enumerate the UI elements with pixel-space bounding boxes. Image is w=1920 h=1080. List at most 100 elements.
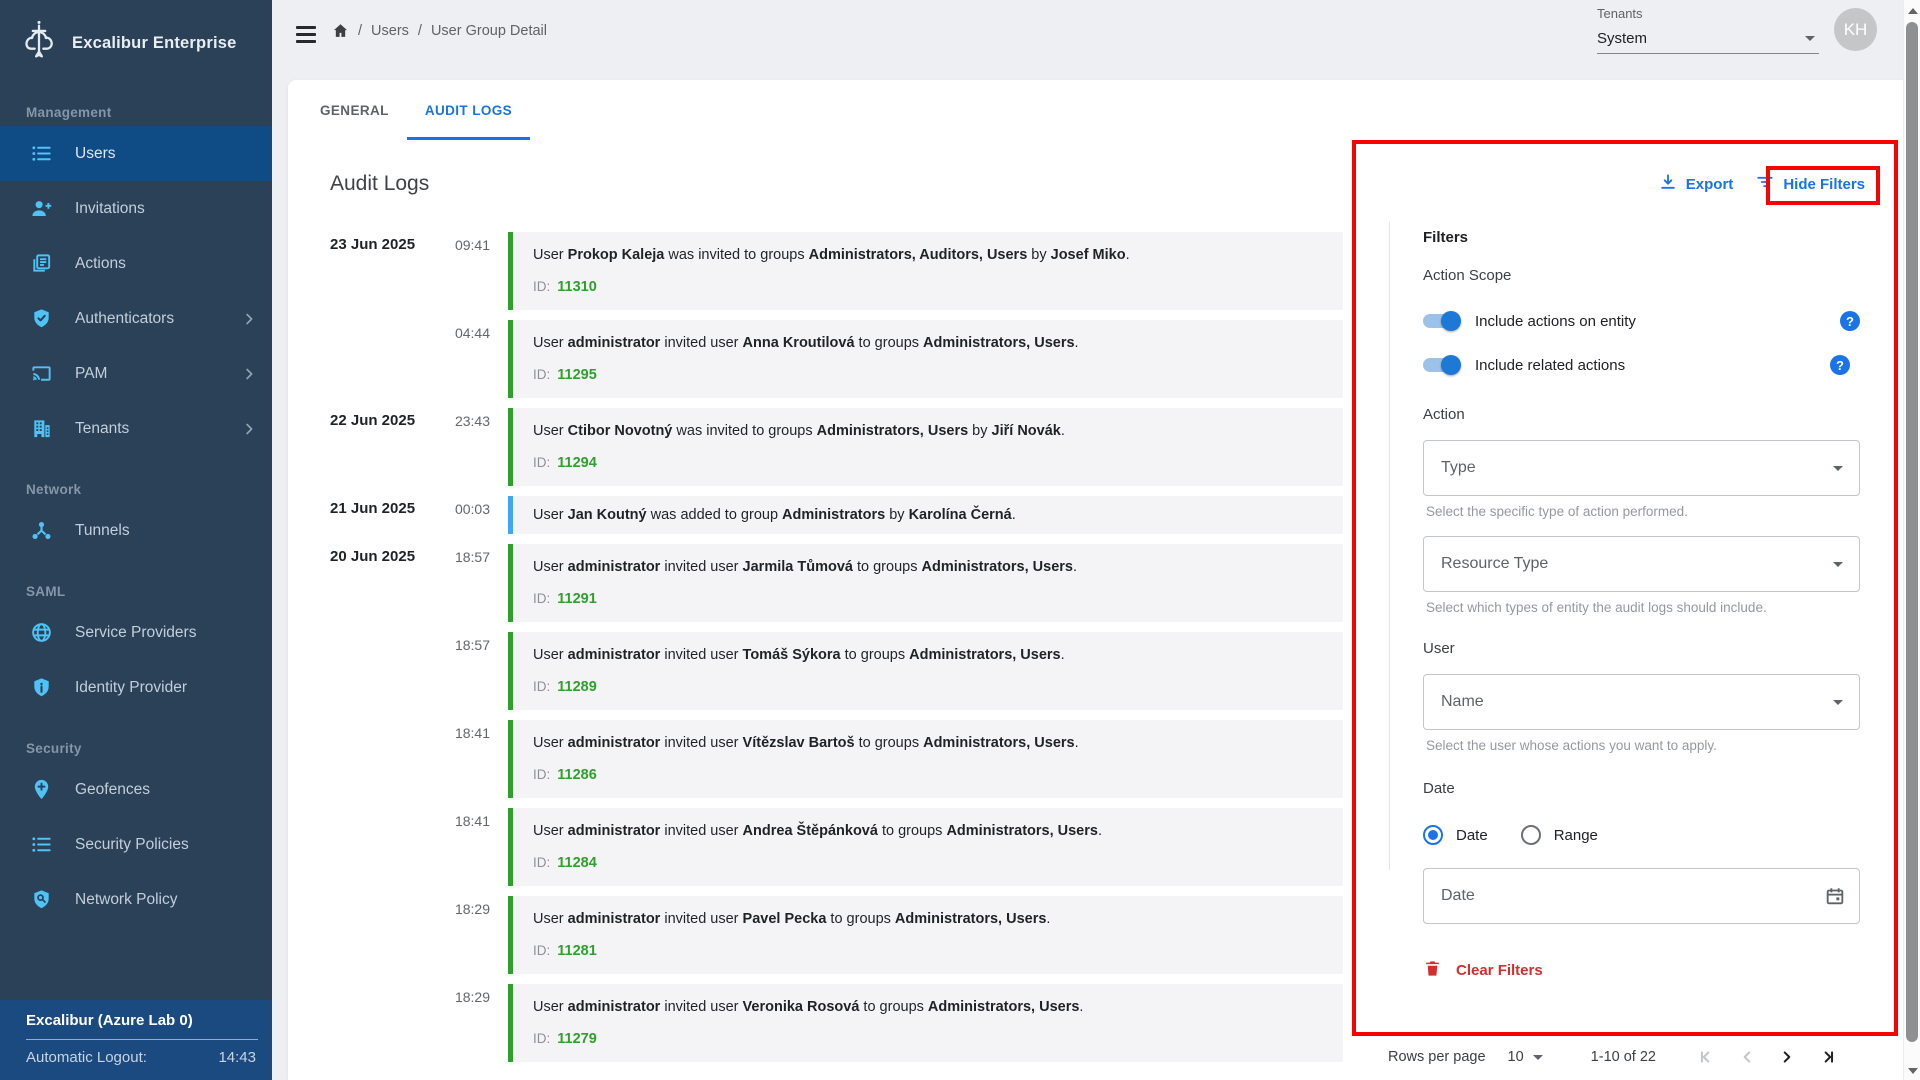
date-placeholder: Date [1441, 887, 1475, 905]
export-button[interactable]: Export [1658, 172, 1734, 196]
hub-icon [30, 519, 53, 542]
user-name-select[interactable]: Name [1423, 674, 1860, 730]
entry-id: ID:11279 [533, 1029, 1323, 1049]
audit-log-entry: 18:29User administrator invited user Ver… [330, 984, 1343, 1062]
vertical-scrollbar[interactable] [1903, 0, 1920, 1080]
hide-filters-label: Hide Filters [1783, 176, 1865, 193]
hide-filters-button[interactable]: Hide Filters [1755, 172, 1865, 196]
sidebar-item-service-providers[interactable]: Service Providers [0, 605, 272, 660]
main-card: GENERAL AUDIT LOGS Audit Logs Export Hid… [288, 80, 1903, 1080]
sidebar-item-authenticators[interactable]: Authenticators [0, 291, 272, 346]
entry-id: ID:11286 [533, 765, 1323, 785]
environment-name: Excalibur (Azure Lab 0) [26, 1012, 258, 1029]
action-type-select[interactable]: Type [1423, 440, 1860, 496]
scroll-down-arrow-icon[interactable] [1908, 1068, 1918, 1074]
audit-actions: Export Hide Filters [1658, 172, 1865, 196]
sidebar-item-label: Security Policies [75, 836, 189, 854]
tab-general[interactable]: GENERAL [302, 80, 407, 140]
entry-message-box: User administrator invited user Jarmila … [508, 544, 1343, 622]
include-related-actions-toggle[interactable] [1423, 358, 1458, 372]
sidebar-item-tenants[interactable]: Tenants [0, 401, 272, 456]
audit-log-entry: 18:41User administrator invited user Vít… [330, 720, 1343, 798]
resource-type-select[interactable]: Resource Type [1423, 536, 1860, 592]
sidebar-item-pam[interactable]: PAM [0, 346, 272, 401]
calendar-icon[interactable] [1824, 885, 1846, 907]
entry-message-box: User administrator invited user Veronika… [508, 984, 1343, 1062]
shield-check-icon [30, 307, 53, 330]
action-type-helper: Select the specific type of action perfo… [1426, 504, 1860, 519]
scrollbar-thumb[interactable] [1906, 22, 1918, 1042]
chevron-right-icon [240, 310, 258, 328]
include-actions-on-entity-toggle[interactable] [1423, 314, 1458, 328]
chevron-down-icon [1833, 700, 1843, 705]
help-icon[interactable]: ? [1840, 311, 1860, 331]
clear-filters-button[interactable]: Clear Filters [1423, 958, 1860, 983]
avatar[interactable]: KH [1834, 8, 1877, 51]
sidebar: Excalibur Enterprise Management UsersInvi… [0, 0, 272, 1080]
entry-message-box: User Ctibor Novotný was invited to group… [508, 408, 1343, 486]
toggle-label: Include actions on entity [1475, 313, 1636, 330]
help-icon[interactable]: ? [1830, 355, 1850, 375]
range-radio[interactable] [1521, 825, 1541, 845]
date-mode-radio-group: Date Range [1423, 825, 1860, 845]
resource-type-placeholder: Resource Type [1441, 555, 1548, 573]
action-section-label: Action [1423, 406, 1860, 423]
sidebar-item-users[interactable]: Users [0, 126, 272, 181]
sidebar-item-network-policy[interactable]: Network Policy [0, 872, 272, 927]
entry-time: 18:41 [425, 808, 490, 886]
entry-message: User administrator invited user Andrea Š… [533, 822, 1323, 841]
sidebar-item-actions[interactable]: Actions [0, 236, 272, 291]
entry-id: ID:11294 [533, 453, 1323, 473]
entry-date: 23 Jun 2025 [330, 232, 425, 310]
nav-section-label-management: Management [26, 105, 272, 120]
page-range: 1-10 of 22 [1591, 1049, 1656, 1065]
building-icon [30, 417, 53, 440]
last-page-button[interactable] [1814, 1044, 1840, 1070]
tenant-selector: Tenants System [1597, 6, 1819, 54]
entry-time: 04:44 [425, 320, 490, 398]
entry-id: ID:11289 [533, 677, 1323, 697]
next-page-button[interactable] [1774, 1044, 1800, 1070]
entry-message: User administrator invited user Tomáš Sý… [533, 646, 1323, 665]
home-icon[interactable] [332, 22, 349, 39]
sidebar-item-tunnels[interactable]: Tunnels [0, 503, 272, 558]
filter-list-icon [1755, 172, 1775, 196]
breadcrumb-separator: / [358, 23, 362, 39]
scroll-up-arrow-icon[interactable] [1908, 8, 1918, 14]
entry-time: 00:03 [425, 496, 490, 534]
person-add-icon [30, 197, 53, 220]
action-scope-label: Action Scope [1423, 267, 1860, 284]
chevron-down-icon [1833, 466, 1843, 471]
entry-message-box: User administrator invited user Anna Kro… [508, 320, 1343, 398]
excalibur-cloud-sword-logo-icon [16, 18, 62, 69]
rows-per-page-label: Rows per page [1388, 1049, 1486, 1065]
sidebar-item-invitations[interactable]: Invitations [0, 181, 272, 236]
rows-per-page-select[interactable]: 10 [1508, 1049, 1543, 1065]
chevron-down-icon [1833, 562, 1843, 567]
entry-message-box: User administrator invited user Pavel Pe… [508, 896, 1343, 974]
sidebar-item-label: Identity Provider [75, 679, 187, 697]
date-input[interactable]: Date [1423, 868, 1860, 924]
previous-page-button [1734, 1044, 1760, 1070]
sidebar-item-geofences[interactable]: Geofences [0, 762, 272, 817]
sidebar-item-label: Authenticators [75, 310, 174, 328]
brand-name: Excalibur Enterprise [72, 34, 236, 53]
menu-toggle-icon[interactable] [296, 26, 316, 43]
date-radio[interactable] [1423, 825, 1443, 845]
entry-date [330, 720, 425, 798]
breadcrumb-users[interactable]: Users [371, 23, 409, 39]
pin-plus-icon [30, 778, 53, 801]
sidebar-item-label: Geofences [75, 781, 150, 799]
entry-date [330, 320, 425, 398]
tab-audit-logs[interactable]: AUDIT LOGS [407, 80, 530, 140]
sidebar-item-identity-provider[interactable]: Identity Provider [0, 660, 272, 715]
entry-date [330, 808, 425, 886]
entry-message-box: User Jan Koutný was added to group Admin… [508, 496, 1343, 534]
tenant-select[interactable]: System [1597, 24, 1819, 54]
date-radio-label: Date [1456, 827, 1488, 844]
entry-message-box: User administrator invited user Andrea Š… [508, 808, 1343, 886]
sidebar-item-security-policies[interactable]: Security Policies [0, 817, 272, 872]
audit-log-entry: 18:41 User administrator invited user And… [330, 808, 1343, 886]
breadcrumb-current: User Group Detail [431, 23, 547, 39]
entry-message: User administrator invited user Vítězsla… [533, 734, 1323, 753]
